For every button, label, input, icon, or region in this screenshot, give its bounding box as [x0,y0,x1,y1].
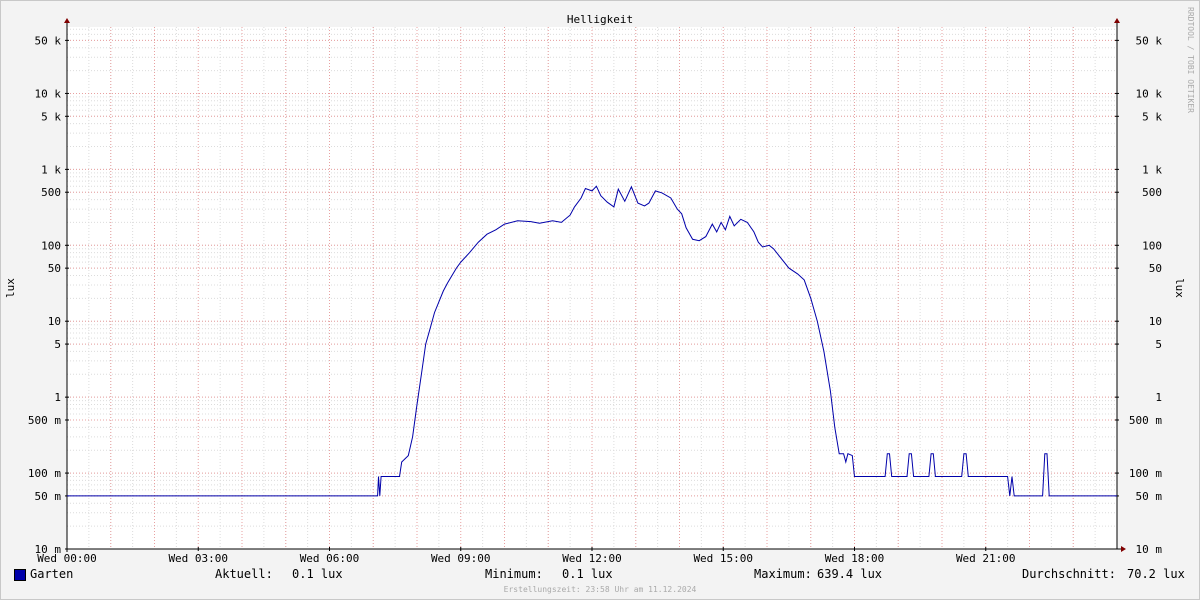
x-tick-label: Wed 03:00 [168,552,228,565]
y-tick-label-left: 50 [48,262,61,275]
y-tick-label-right: 1 k [1142,163,1162,176]
x-tick-labels: Wed 00:00 Wed 03:00 Wed 06:00 Wed 09:00 Wed … [37,552,1015,565]
y-tick-label-right: 50 k [1136,34,1163,47]
y-tick-label-right: 5 k [1142,110,1162,123]
y-tick-label-left: 10 k [35,87,62,100]
y-tick-label-left: 100 [41,239,61,252]
y-tick-label-right: 1 [1155,391,1162,404]
y-tick-label-left: 100 m [28,467,61,480]
y-tick-label-right: 500 m [1129,414,1162,427]
y-tick-label-left: 500 [41,186,61,199]
x-tick-label: Wed 09:00 [431,552,491,565]
x-tick-label: Wed 21:00 [956,552,1016,565]
y-tick-label-left: 1 k [41,163,61,176]
y-axis-label-right: lux [1173,278,1186,298]
y-tick-label-right: 10 m [1136,543,1163,556]
y-tick-label-left: 50 m [35,490,62,503]
footer-timestamp: Erstellungszeit: 23:58 Uhr am 11.12.2024 [504,585,697,594]
legend-current-label: Aktuell: [215,567,273,581]
legend-current-value: 0.1 lux [292,567,343,581]
legend-avg-value: 70.2 lux [1127,567,1185,581]
y-tick-labels-right: 10 m 50 m 100 m 500 m 1 5 10 50 100 500 1 k 5 k 10 k… [1129,34,1162,556]
y-tick-label-right: 100 [1142,239,1162,252]
legend-max-label: Maximum: [754,567,812,581]
x-tick-label: Wed 18:00 [825,552,885,565]
y-tick-label-right: 10 k [1136,87,1163,100]
y-axis-arrow-left [64,18,70,23]
y-tick-label-right: 5 [1155,338,1162,351]
y-tick-label-left: 5 k [41,110,61,123]
x-tick-label: Wed 06:00 [300,552,360,565]
y-tick-label-right: 50 m [1136,490,1163,503]
y-tick-label-right: 100 m [1129,467,1162,480]
x-tick-label: Wed 00:00 [37,552,97,565]
y-tick-label-left: 10 [48,315,61,328]
y-tick-label-left: 5 [54,338,61,351]
y-axis-label-left: lux [4,278,17,298]
y-tick-labels-left: 10 m50 m100 m500 m1510501005001 k5 k10 k… [28,34,61,556]
legend-min-value: 0.1 lux [562,567,613,581]
x-tick-label: Wed 12:00 [562,552,622,565]
y-tick-label-right: 500 [1142,186,1162,199]
legend-max-value: 639.4 lux [817,567,883,581]
chart-svg: 10 m 50 m 100 m 500 m 1 5 10 50 100 500 1 k 5 k 10 k… [4,7,1195,594]
rrdtool-watermark: RRDTOOL / TOBI OETIKER [1186,7,1195,113]
legend-min-label: Minimum: [485,567,543,581]
x-axis-arrow [1121,546,1126,552]
y-tick-label-right: 50 [1149,262,1162,275]
legend-avg-label: Durchschnitt: [1022,567,1116,581]
legend-series-name: Garten [30,567,74,581]
y-tick-label-right: 10 [1149,315,1162,328]
y-tick-label-left: 50 k [35,34,62,47]
chart-title: Helligkeit [567,13,633,26]
x-tick-label: Wed 15:00 [693,552,753,565]
legend-swatch [14,569,26,581]
y-tick-label-left: 1 [54,391,61,404]
y-axis-arrow-right [1114,18,1120,23]
y-tick-label-left: 500 m [28,414,61,427]
